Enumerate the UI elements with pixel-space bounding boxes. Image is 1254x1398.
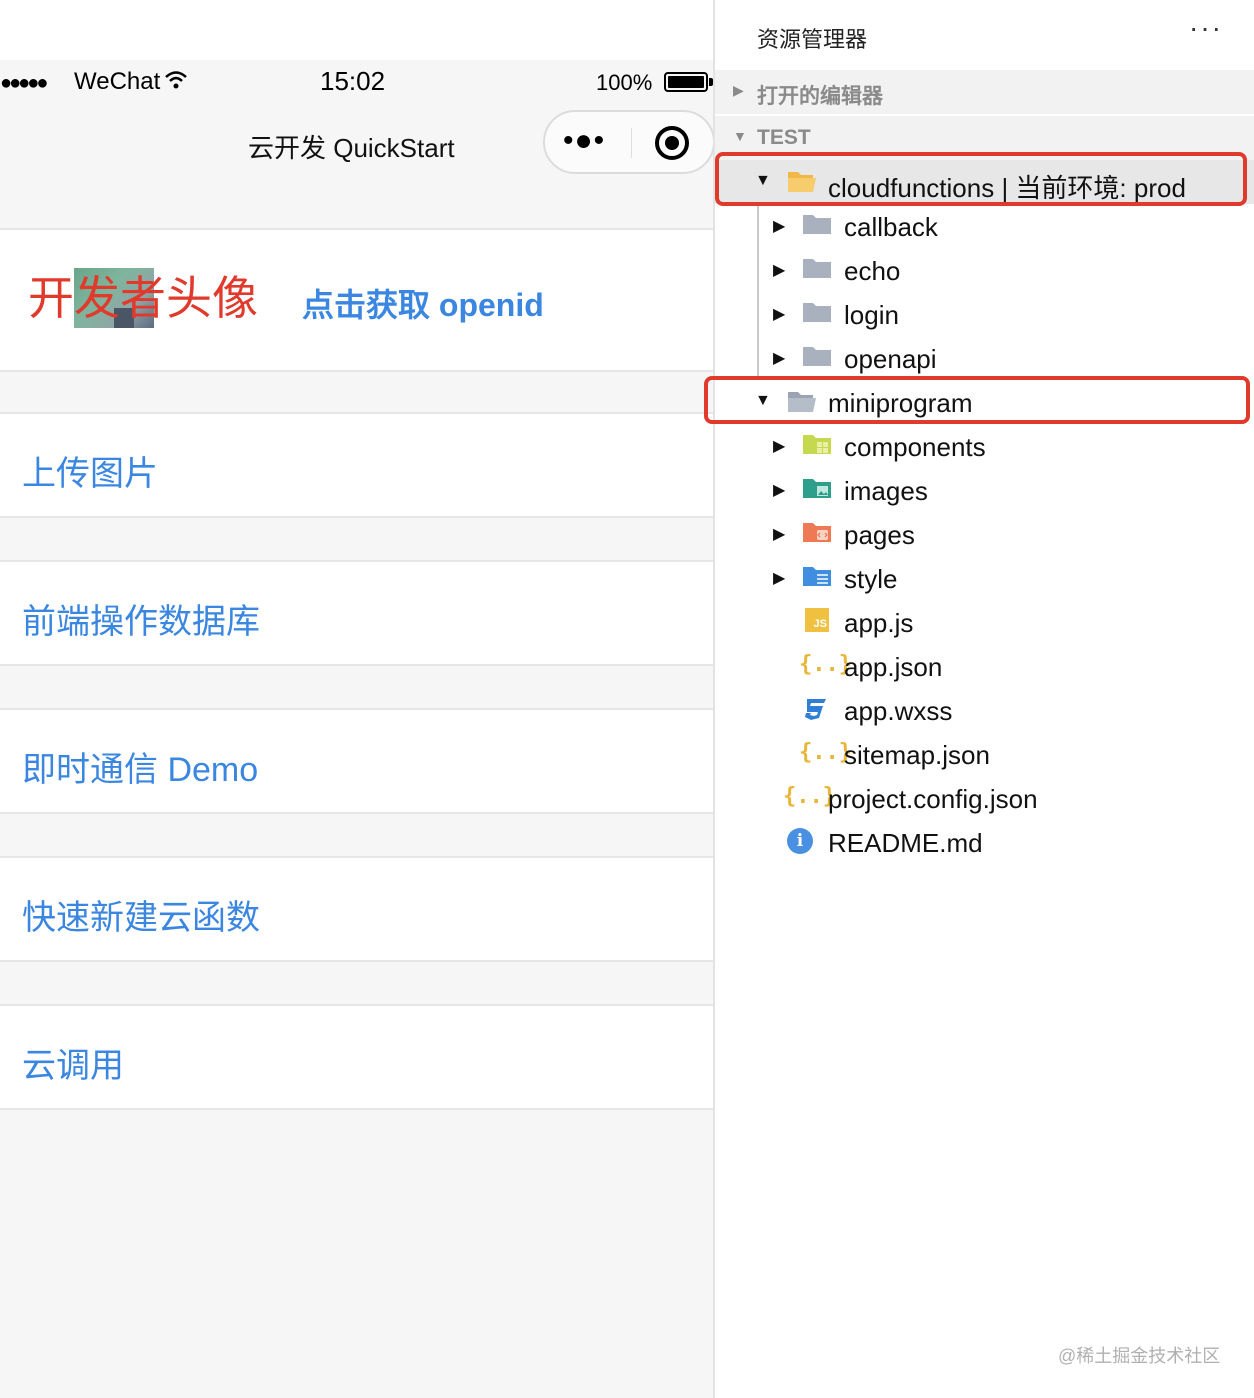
chevron-right-icon[interactable]: ▶	[773, 436, 785, 456]
section-label: 打开的编辑器	[757, 85, 883, 108]
simulator-top-bar	[0, 0, 715, 60]
menu-item-upload-image[interactable]: 上传图片	[0, 412, 715, 518]
tree-item-label: components	[844, 432, 986, 462]
tree-item-label: pages	[844, 520, 915, 550]
mini-program-navbar: 云开发 QuickStart •●•	[0, 104, 715, 228]
tree-item-project-config[interactable]: {..} project.config.json	[715, 776, 1254, 820]
images-folder-icon	[803, 476, 833, 502]
wechat-simulator: ●●●●● WeChat 15:02 100% 云开发 QuickStart •…	[0, 0, 715, 1398]
tree-item-label: openapi	[844, 344, 937, 374]
capsule-menu[interactable]: •●•	[543, 110, 715, 174]
tree-item-label: sitemap.json	[844, 740, 990, 770]
tree-item-label: app.wxss	[844, 696, 953, 726]
menu-item-im-demo[interactable]: 即时通信 Demo	[0, 708, 715, 814]
tree-item-label: login	[844, 300, 899, 330]
components-folder-icon	[803, 432, 833, 458]
more-actions-icon[interactable]: ···	[1189, 12, 1223, 44]
menu-item-label: 快速新建云函数	[22, 899, 260, 937]
capsule-divider	[631, 128, 632, 158]
folder-icon	[803, 256, 833, 282]
signal-icon: ●●●●●	[0, 72, 48, 94]
tree-item-label: style	[844, 564, 898, 594]
tree-item-style[interactable]: ▶ style	[715, 556, 1254, 600]
js-file-icon: JS	[805, 608, 829, 632]
pages-folder-icon	[803, 520, 833, 546]
target-icon[interactable]	[655, 126, 689, 160]
folder-icon	[803, 212, 833, 238]
json-file-icon: {..}	[799, 652, 852, 677]
menu-item-database[interactable]: 前端操作数据库	[0, 560, 715, 666]
tree-item-label: README.md	[828, 828, 983, 858]
more-dots-icon[interactable]: •●•	[563, 126, 605, 156]
chevron-right-icon[interactable]: ▶	[773, 348, 785, 368]
tree-item-login[interactable]: ▶ login	[715, 292, 1254, 336]
avatar-label: 开发者头像	[28, 272, 258, 324]
menu-item-new-cloud-function[interactable]: 快速新建云函数	[0, 856, 715, 962]
menu-item-cloud-call[interactable]: 云调用	[0, 1004, 715, 1110]
folder-icon	[803, 344, 833, 370]
tree-item-app-js[interactable]: JS app.js	[715, 600, 1254, 644]
status-bar: ●●●●● WeChat 15:02 100%	[0, 60, 715, 104]
get-openid-button[interactable]: 点击获取 openid	[302, 280, 544, 326]
tree-item-app-json[interactable]: {..} app.json	[715, 644, 1254, 688]
tree-item-readme[interactable]: i README.md	[715, 820, 1254, 864]
menu-item-label: 即时通信 Demo	[22, 751, 259, 789]
chevron-down-icon: ▼	[733, 128, 747, 144]
highlight-box-miniprogram	[704, 376, 1250, 424]
chevron-right-icon[interactable]: ▶	[773, 260, 785, 280]
tree-item-pages[interactable]: ▶ pages	[715, 512, 1254, 556]
json-file-icon: {..}	[799, 740, 852, 765]
explorer-header: 资源管理器 ···	[715, 0, 1254, 70]
highlight-box-cloudfunctions	[715, 152, 1247, 206]
info-icon: i	[787, 828, 813, 854]
style-folder-icon	[803, 564, 833, 590]
tree-item-label: images	[844, 476, 928, 506]
profile-card: 开发者头像 点击获取 openid	[0, 228, 715, 372]
tree-item-label: project.config.json	[828, 784, 1038, 814]
chevron-right-icon[interactable]: ▶	[773, 524, 785, 544]
battery-percent: 100%	[596, 70, 653, 95]
tree-item-app-wxss[interactable]: app.wxss	[715, 688, 1254, 732]
wifi-icon	[164, 70, 188, 96]
watermark: @稀土掘金技术社区	[1058, 1346, 1221, 1366]
clock: 15:02	[320, 66, 386, 96]
section-label: TEST	[757, 126, 811, 149]
chevron-right-icon[interactable]: ▶	[773, 568, 785, 588]
menu-item-label: 云调用	[22, 1047, 124, 1085]
tree-item-label: app.js	[844, 608, 914, 638]
tree-item-label: echo	[844, 256, 901, 286]
tree-item-callback[interactable]: ▶ callback	[715, 204, 1254, 248]
chevron-right-icon: ▶	[733, 82, 744, 98]
json-file-icon: {..}	[783, 784, 836, 809]
tree-item-openapi[interactable]: ▶ openapi	[715, 336, 1254, 380]
folder-icon	[803, 300, 833, 326]
chevron-right-icon[interactable]: ▶	[773, 216, 785, 236]
tree-item-label: app.json	[844, 652, 943, 682]
chevron-right-icon[interactable]: ▶	[773, 304, 785, 324]
page-title: 云开发 QuickStart	[248, 133, 455, 163]
section-open-editors[interactable]: ▶ 打开的编辑器	[715, 70, 1254, 114]
tree-item-sitemap-json[interactable]: {..} sitemap.json	[715, 732, 1254, 776]
tree-item-images[interactable]: ▶ images	[715, 468, 1254, 512]
carrier-name: WeChat	[74, 68, 161, 95]
menu-item-label: 上传图片	[22, 455, 158, 493]
tree-item-echo[interactable]: ▶ echo	[715, 248, 1254, 292]
chevron-right-icon[interactable]: ▶	[773, 480, 785, 500]
menu-item-label: 前端操作数据库	[22, 603, 260, 641]
css-file-icon	[803, 696, 833, 722]
explorer-title: 资源管理器	[757, 27, 868, 52]
tree-item-components[interactable]: ▶ components	[715, 424, 1254, 468]
tree-item-label: callback	[844, 212, 938, 242]
battery-icon	[664, 72, 708, 92]
